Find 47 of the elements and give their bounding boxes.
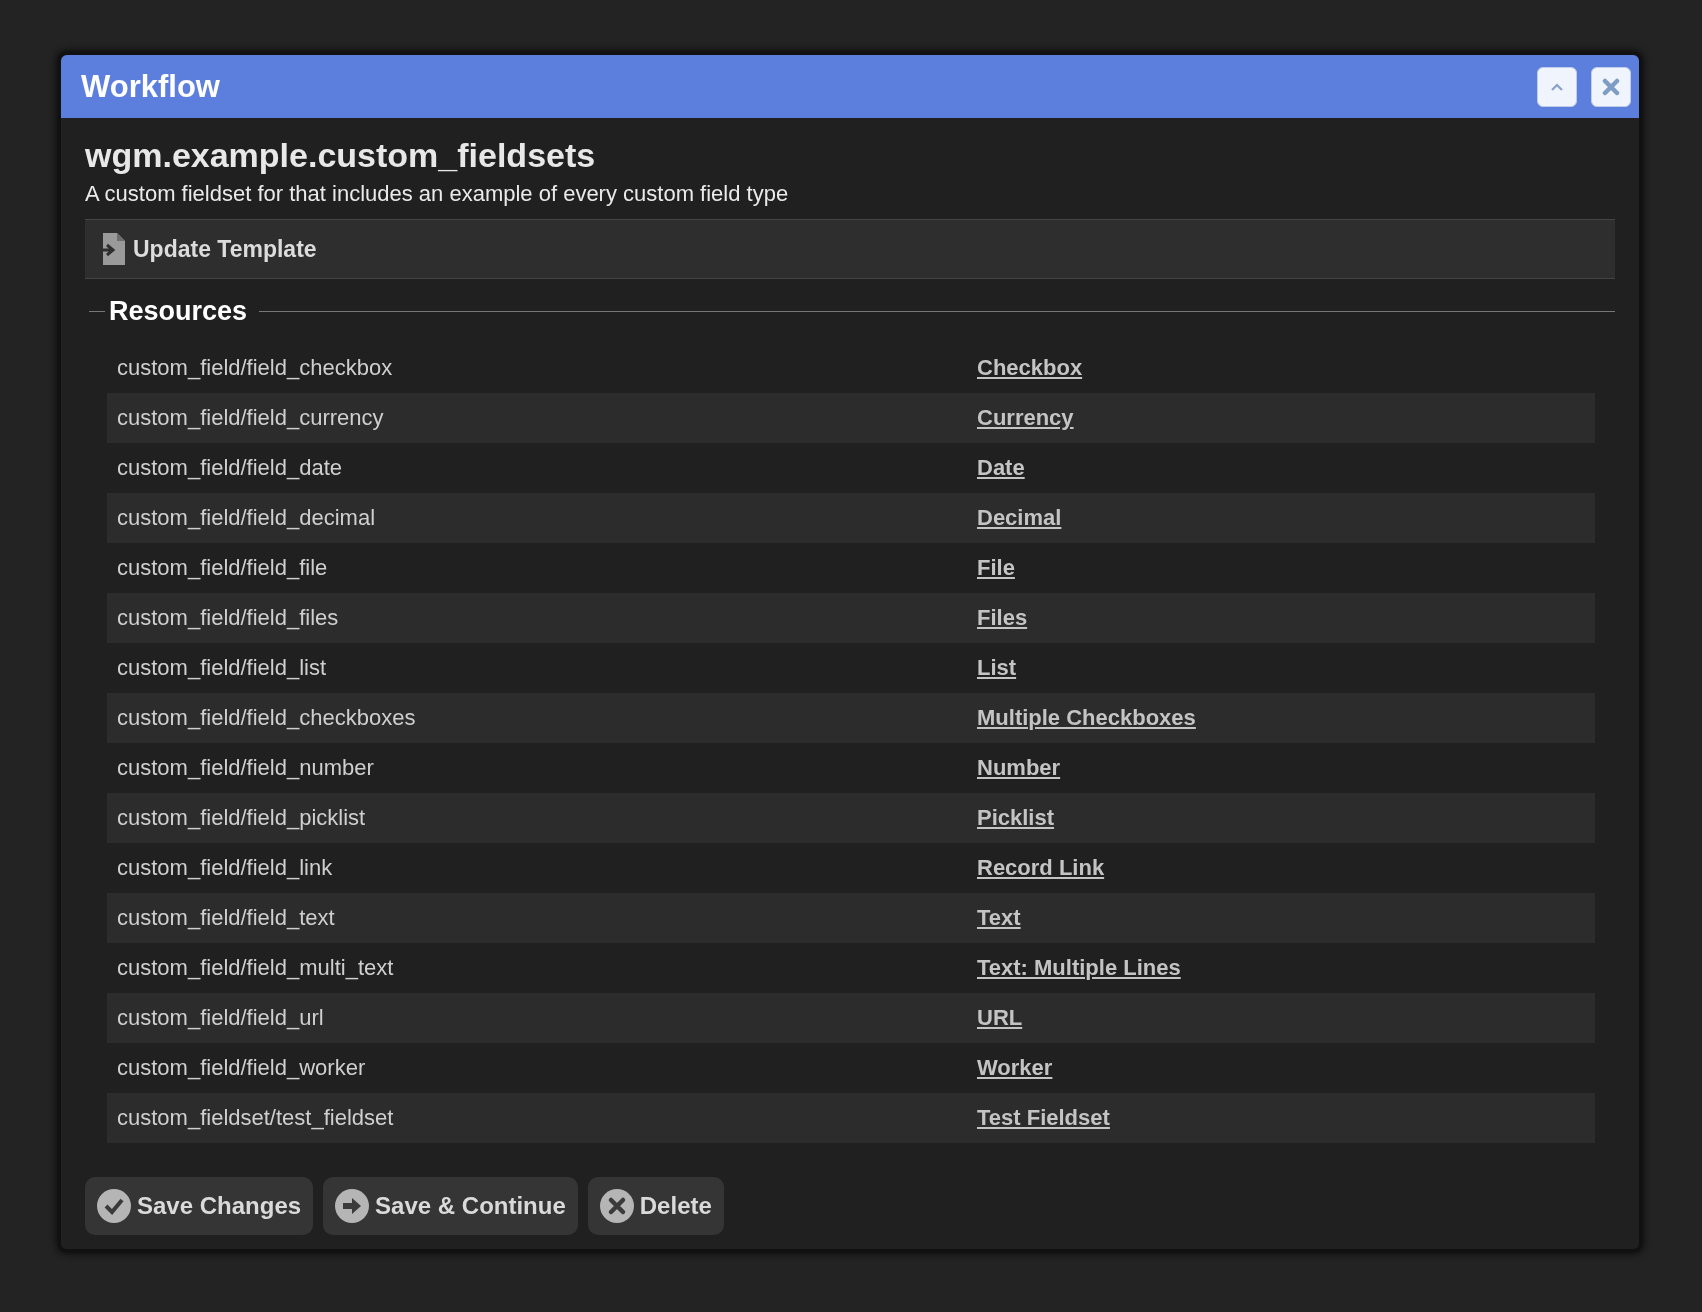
- resource-link[interactable]: Number: [977, 755, 1061, 781]
- resource-link[interactable]: Decimal: [977, 505, 1062, 531]
- resource-path: custom_field/field_multi_text: [116, 955, 395, 981]
- resource-path: custom_field/field_file: [116, 555, 329, 581]
- collapse-button[interactable]: [1537, 66, 1577, 107]
- resource-link[interactable]: Record Link: [977, 855, 1105, 881]
- resource-path: custom_field/field_link: [116, 855, 334, 881]
- resource-link[interactable]: Multiple Checkboxes: [977, 705, 1196, 731]
- resource-path: custom_field/field_url: [116, 1005, 325, 1031]
- resource-link[interactable]: URL: [977, 1005, 1023, 1031]
- close-icon: [599, 1189, 634, 1223]
- resource-path: custom_field/field_list: [116, 655, 328, 681]
- resource-link[interactable]: Files: [977, 605, 1028, 631]
- resource-path: custom_field/field_checkbox: [116, 355, 394, 381]
- resource-link[interactable]: Checkbox: [977, 355, 1083, 381]
- save-button[interactable]: Save Changes: [85, 1177, 314, 1235]
- record-description: A custom fieldset for that includes an example of every custom field type: [85, 181, 790, 207]
- continue-button[interactable]: Save & Continue: [323, 1177, 578, 1235]
- arrow-right-icon: [335, 1189, 370, 1223]
- resource-path: custom_fieldset/test_fieldset: [116, 1105, 395, 1131]
- delete-button[interactable]: Delete: [587, 1177, 724, 1235]
- resource-path: custom_field/field_files: [116, 605, 340, 631]
- resource-path: custom_field/field_text: [116, 905, 336, 931]
- resource-link[interactable]: Test Fieldset: [977, 1105, 1110, 1131]
- resource-link[interactable]: Worker: [977, 1055, 1053, 1081]
- resource-link[interactable]: List: [977, 655, 1017, 681]
- resource-path: custom_field/field_date: [116, 455, 344, 481]
- resource-link[interactable]: Text: Multiple Lines: [977, 955, 1181, 981]
- resource-path: custom_field/field_decimal: [116, 505, 377, 531]
- window-title: Workflow: [81, 68, 220, 105]
- update-template-button[interactable]: Update Template: [97, 232, 317, 266]
- close-icon: [1602, 77, 1620, 96]
- resource-link[interactable]: Date: [977, 455, 1025, 481]
- resource-path: custom_field/field_currency: [116, 405, 385, 431]
- close-button[interactable]: [1591, 66, 1631, 107]
- check-icon: [97, 1189, 131, 1223]
- resource-path: custom_field/field_checkboxes: [116, 705, 417, 731]
- resource-link[interactable]: Picklist: [977, 805, 1055, 831]
- section-legend: Resources: [105, 295, 260, 327]
- resource-link[interactable]: Text: [977, 905, 1021, 931]
- record-heading: wgm.example.custom_fieldsets: [85, 136, 597, 175]
- resource-path: custom_field/field_picklist: [116, 805, 367, 831]
- resource-path: custom_field/field_number: [116, 755, 375, 781]
- resource-link[interactable]: File: [977, 555, 1015, 581]
- resource-path: custom_field/field_worker: [116, 1055, 367, 1081]
- caret-up-icon: [1550, 81, 1564, 92]
- resource-link[interactable]: Currency: [977, 405, 1074, 431]
